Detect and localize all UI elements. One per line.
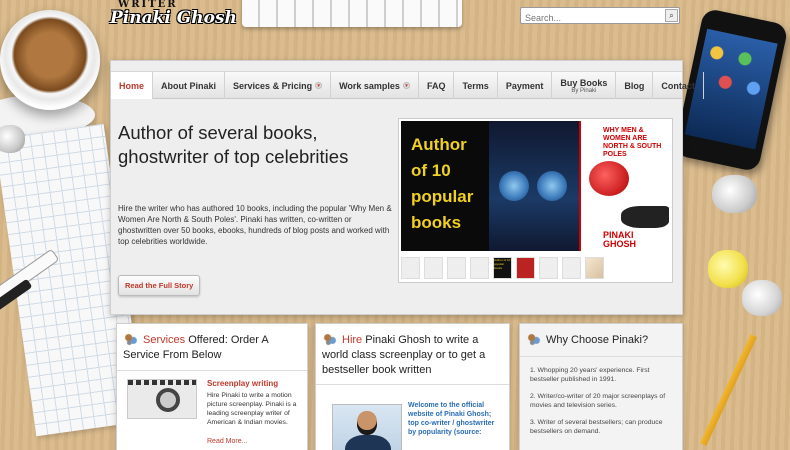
crumpled-paper-decoration [742,280,782,316]
why-point: 1. Whopping 20 years' experience. First … [530,367,650,383]
nav-label: Services & Pricing [233,80,313,91]
service-description: Hire Pinaki to write a motion picture sc… [207,392,297,426]
divider [117,370,307,371]
dropdown-arrow-icon: ▾ [315,82,323,89]
divider [520,356,682,357]
crumpled-paper-decoration [0,125,25,153]
search-box: ⌕ [520,7,680,26]
logo-name-text: Pinaki Ghosh [110,8,237,28]
slider-thumb[interactable] [470,257,489,279]
pencil-decoration [699,334,758,446]
nav-label: About Pinaki [161,80,217,91]
keyboard-decoration [242,0,462,27]
slide-image[interactable]: Author of 10 popular books WHY MEN & WOM… [401,121,671,251]
services-column: Services Offered: Order A Service From B… [116,323,308,450]
coffee-cup-decoration [0,10,100,110]
thumb-caption: Author of 10 popular books [494,258,511,270]
nav-faq[interactable]: FAQ [419,72,455,99]
why-list: 1. Whopping 20 years' experience. First … [530,366,676,444]
tools-icon [123,332,139,346]
boxing-glove-image [589,161,629,196]
nav-work-samples[interactable]: Work samples ▾ [331,72,419,99]
nav-blog[interactable]: Blog [616,72,654,99]
book-cover-author-name: PINAKI GHOSH [603,231,636,249]
why-column: Why Choose Pinaki? 1. Whopping 20 years'… [519,323,683,450]
search-icon: ⌕ [669,11,674,20]
why-point: 2. Writer/co-writer of 20 major screenpl… [530,393,666,409]
tools-icon [526,332,542,346]
heading-text: Why Choose Pinaki? [546,334,649,346]
slider-thumb[interactable] [562,257,581,279]
hero-text: Hire the writer who has authored 10 book… [118,204,392,246]
crumpled-yellow-paper-decoration [708,250,748,288]
book-cover-north-south: WHY MEN & WOMEN ARE NORTH & SOUTH POLES … [579,121,671,251]
site-logo[interactable]: WRITER Pinaki Ghosh [110,0,237,30]
slider-thumb[interactable] [539,257,558,279]
nav-contact[interactable]: Contact [653,72,704,99]
nav-buy-books[interactable]: Buy Books By Pinaki [552,72,617,99]
nav-label: Payment [505,80,544,91]
read-full-story-button[interactable]: Read the Full Story [118,275,201,296]
book-cover-author: Author of 10 popular books [401,121,489,251]
nav-payment[interactable]: Payment [498,72,553,99]
dropdown-arrow-icon: ▾ [402,82,410,89]
nav-home[interactable]: Home [111,72,154,99]
brain-image [537,171,567,201]
shoe-image [621,206,669,228]
nav-about[interactable]: About Pinaki [153,72,226,99]
nav-services[interactable]: Services & Pricing ▾ [225,72,332,99]
nav-label: FAQ [426,80,446,91]
why-heading: Why Choose Pinaki? [526,332,648,348]
nav-label: Work samples [339,80,400,91]
nav-sublabel: By Pinaki [571,87,597,94]
nav-terms[interactable]: Terms [454,72,498,99]
crumpled-paper-decoration [712,175,757,213]
nav-label: Blog [624,80,645,91]
book-cover-line: of 10 [411,161,451,180]
slider-thumb[interactable] [401,257,420,279]
book-slider[interactable]: Author of 10 popular books WHY MEN & WOM… [398,118,673,283]
hero-panel: Home About Pinaki Services & Pricing ▾ Wo… [110,60,704,315]
main-nav: Home About Pinaki Services & Pricing ▾ Wo… [111,71,704,99]
nav-label: Contact [661,80,695,91]
why-point: 3. Writer of several bestsellers; can pr… [530,419,663,435]
search-input[interactable] [521,10,661,26]
services-heading: Services Offered: Order A Service From B… [123,332,307,363]
book-cover-line: popular [411,187,474,206]
tools-icon [322,332,338,346]
hire-column: Hire Pinaki Ghosh to write a world class… [315,323,510,450]
book-cover-line: books [411,213,462,232]
hero-title: Author of several books, ghostwriter of … [118,122,349,167]
heading-highlight: Hire [342,334,363,346]
nav-label: Home [119,80,145,91]
book-cover-line: Author [411,135,467,154]
portrait-head [357,411,377,435]
nav-label: Buy Books [560,77,608,88]
heading-highlight: Services [143,334,186,346]
slider-thumb[interactable]: Author of 10 popular books [493,257,512,279]
welcome-link[interactable]: Welcome to the official website of Pinak… [408,401,504,437]
film-reel-icon [156,388,180,412]
hire-heading: Hire Pinaki Ghosh to write a world class… [322,332,507,378]
book-cover-title: WHY MEN & WOMEN ARE NORTH & SOUTH POLES [603,127,662,158]
service-title-link[interactable]: Screenplay writing [207,379,278,388]
slider-thumbnails: Author of 10 popular books [401,257,604,279]
nav-label: Terms [462,80,489,91]
search-button[interactable]: ⌕ [665,9,678,22]
divider [316,384,509,385]
slider-thumb[interactable] [585,257,604,279]
author-last-name: GHOSH [603,239,637,249]
read-more-link[interactable]: Read More... [207,438,247,445]
author-portrait [332,404,402,450]
portrait-body [345,435,391,450]
slider-thumb[interactable] [424,257,443,279]
slider-thumb[interactable] [447,257,466,279]
brain-image [499,171,529,201]
book-cover-brains [489,121,579,251]
film-reel-image [127,379,197,419]
slider-thumb[interactable] [516,257,535,279]
